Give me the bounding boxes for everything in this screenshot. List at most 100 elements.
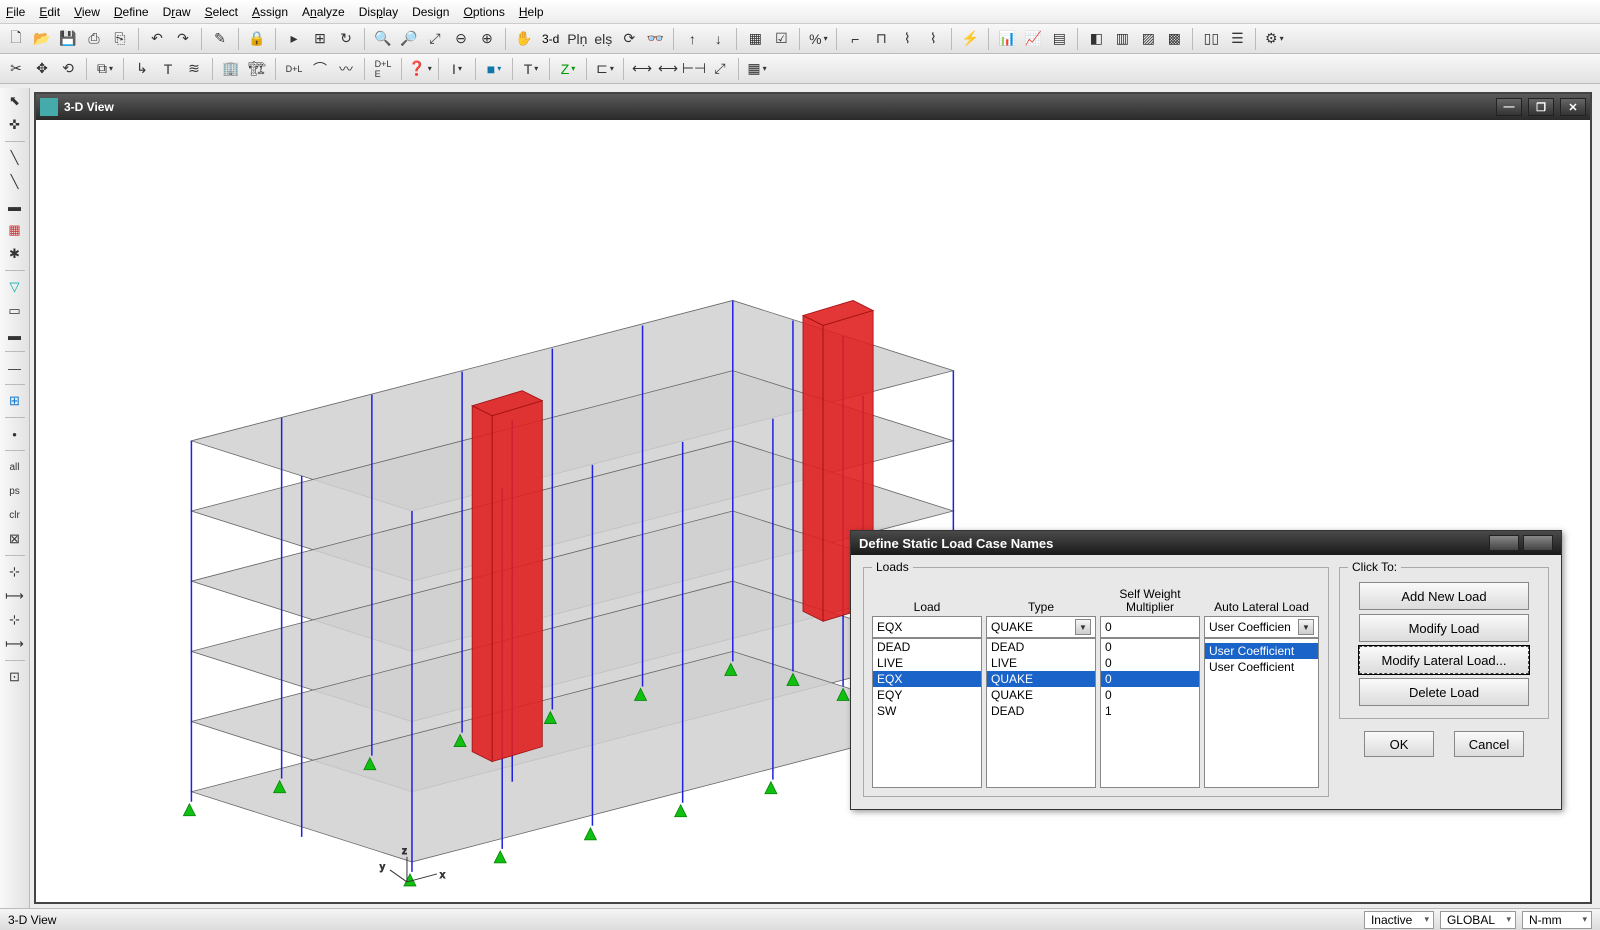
list-row[interactable]: User Coefficient	[1205, 643, 1318, 659]
show-icon[interactable]: ▦	[743, 27, 767, 51]
pointer-icon[interactable]: ⬉	[4, 90, 26, 112]
list-row[interactable]: LIVE	[987, 655, 1095, 671]
list-row[interactable]: 0	[1101, 639, 1199, 655]
frame-icon[interactable]: ⌐	[843, 27, 867, 51]
open-icon[interactable]: 📂	[30, 27, 54, 51]
mult-list[interactable]: 00001	[1100, 638, 1200, 788]
layer-icon[interactable]: ≋	[182, 57, 206, 81]
menu-file[interactable]: File	[6, 5, 25, 19]
point-icon[interactable]: •	[4, 423, 26, 445]
draw-snow-icon[interactable]: ✱	[4, 243, 26, 265]
csect-icon[interactable]: ⊏▾	[593, 57, 617, 81]
type-list[interactable]: DEADLIVEQUAKEQUAKEDEAD	[986, 638, 1096, 788]
undo-icon[interactable]: ↶	[145, 27, 169, 51]
design1-icon[interactable]: ◧	[1084, 27, 1108, 51]
perspective-icon[interactable]: 👓	[643, 27, 667, 51]
snap-mid-icon[interactable]: ⊹	[4, 609, 26, 631]
menu-view[interactable]: View	[74, 5, 100, 19]
modify-lateral-button[interactable]: Modify Lateral Load...	[1359, 646, 1529, 674]
tsect-icon[interactable]: T▾	[519, 57, 543, 81]
joint-icon[interactable]: ⊓	[869, 27, 893, 51]
menu-design[interactable]: Design	[412, 5, 449, 19]
percent-icon[interactable]: %▾	[806, 27, 830, 51]
menu-analyze[interactable]: Analyze	[302, 5, 345, 19]
list-row[interactable]: 0	[1101, 655, 1199, 671]
load-input[interactable]: EQX	[872, 616, 982, 638]
select-all-button[interactable]: all	[4, 456, 26, 478]
run-icon[interactable]: ▸	[282, 27, 306, 51]
menu-options[interactable]: Options	[463, 5, 504, 19]
dialog-titlebar[interactable]: Define Static Load Case Names	[851, 531, 1561, 555]
status-mode[interactable]: Inactive	[1364, 911, 1434, 929]
menu-select[interactable]: Select	[205, 5, 238, 19]
draw-poly-icon[interactable]: ▽	[4, 276, 26, 298]
clear-sel-button[interactable]: clr	[4, 504, 26, 526]
window1-icon[interactable]: ▯▯	[1199, 27, 1223, 51]
list-row[interactable]: 0	[1101, 687, 1199, 703]
analyze-icon[interactable]: ⚡	[958, 27, 982, 51]
lock-icon[interactable]: 🔒	[245, 27, 269, 51]
spring-icon[interactable]: ⌇	[921, 27, 945, 51]
dim2-icon[interactable]: ⟷	[656, 57, 680, 81]
list-row[interactable]: DEAD	[873, 639, 981, 655]
dim3-icon[interactable]: ⊢⊣	[682, 57, 706, 81]
list-row[interactable]: QUAKE	[987, 671, 1095, 687]
load-list[interactable]: DEADLIVEEQXEQYSW	[872, 638, 982, 788]
list-row[interactable]: DEAD	[987, 703, 1095, 719]
windows-icon[interactable]: ⊞	[4, 390, 26, 412]
select-icon[interactable]: ✂	[4, 57, 28, 81]
options-icon[interactable]: ⚙▾	[1262, 27, 1286, 51]
draw-beam-icon[interactable]: ▬	[4, 195, 26, 217]
cancel-button[interactable]: Cancel	[1454, 731, 1524, 757]
minimize-icon[interactable]: —	[1496, 98, 1522, 116]
chart2-icon[interactable]: 📈	[1021, 27, 1045, 51]
export-icon[interactable]: ⎘	[108, 27, 132, 51]
axis-icon[interactable]: ↳	[130, 57, 154, 81]
pan-icon[interactable]: ✋	[512, 27, 536, 51]
type-input[interactable]: QUAKE▼	[986, 616, 1096, 638]
chart3-icon[interactable]: ▤	[1047, 27, 1071, 51]
dialog-minimize-icon[interactable]	[1489, 535, 1519, 551]
select-line-icon[interactable]: —	[4, 357, 26, 379]
design3-icon[interactable]: ▨	[1136, 27, 1160, 51]
reshape-icon[interactable]: ✜	[4, 114, 26, 136]
rotate2-icon[interactable]: ⟲	[56, 57, 80, 81]
menu-help[interactable]: Help	[519, 5, 544, 19]
menu-define[interactable]: Define	[114, 5, 149, 19]
new-icon[interactable]: 🗋	[4, 27, 28, 51]
building1-icon[interactable]: 🏢	[219, 57, 243, 81]
grid-icon[interactable]: ⊞	[308, 27, 332, 51]
fill-icon[interactable]: ■▾	[482, 57, 506, 81]
building2-icon[interactable]: 🏗	[245, 57, 269, 81]
list-row[interactable]	[1205, 675, 1318, 677]
snap-end-icon[interactable]: ⟼	[4, 585, 26, 607]
elev-icon[interactable]: elṣ	[591, 27, 615, 51]
load3-icon[interactable]: 〰	[334, 57, 358, 81]
check-icon[interactable]: ☑	[769, 27, 793, 51]
move-icon[interactable]: ✥	[30, 57, 54, 81]
zoom-prev-icon[interactable]: ⤢	[423, 27, 447, 51]
zsect-icon[interactable]: Z▾	[556, 57, 580, 81]
draw-line2-icon[interactable]: ╲	[4, 171, 26, 193]
dim1-icon[interactable]: ⟷	[630, 57, 654, 81]
list-row[interactable]: 0	[1101, 671, 1199, 687]
view-titlebar[interactable]: 3-D View — ❐ ✕	[36, 94, 1590, 120]
draw-area-icon[interactable]: ▦	[4, 219, 26, 241]
save-icon[interactable]: 💾	[56, 27, 80, 51]
list-row[interactable]: SW	[873, 703, 981, 719]
pencil-icon[interactable]: ✎	[208, 27, 232, 51]
list-row[interactable]: LIVE	[873, 655, 981, 671]
lateral-list[interactable]: User CoefficientUser Coefficient	[1204, 638, 1319, 788]
link-icon[interactable]: ⌇	[895, 27, 919, 51]
design2-icon[interactable]: ▥	[1110, 27, 1134, 51]
status-units[interactable]: N-mm	[1522, 911, 1592, 929]
close-icon[interactable]: ✕	[1560, 98, 1586, 116]
draw-line-icon[interactable]: ╲	[4, 147, 26, 169]
list-row[interactable]: DEAD	[987, 639, 1095, 655]
up-icon[interactable]: ↑	[680, 27, 704, 51]
add-load-button[interactable]: Add New Load	[1359, 582, 1529, 610]
help-icon[interactable]: ❓▾	[408, 57, 432, 81]
refresh-icon[interactable]: ↻	[334, 27, 358, 51]
delete-load-button[interactable]: Delete Load	[1359, 678, 1529, 706]
list-row[interactable]: QUAKE	[987, 687, 1095, 703]
